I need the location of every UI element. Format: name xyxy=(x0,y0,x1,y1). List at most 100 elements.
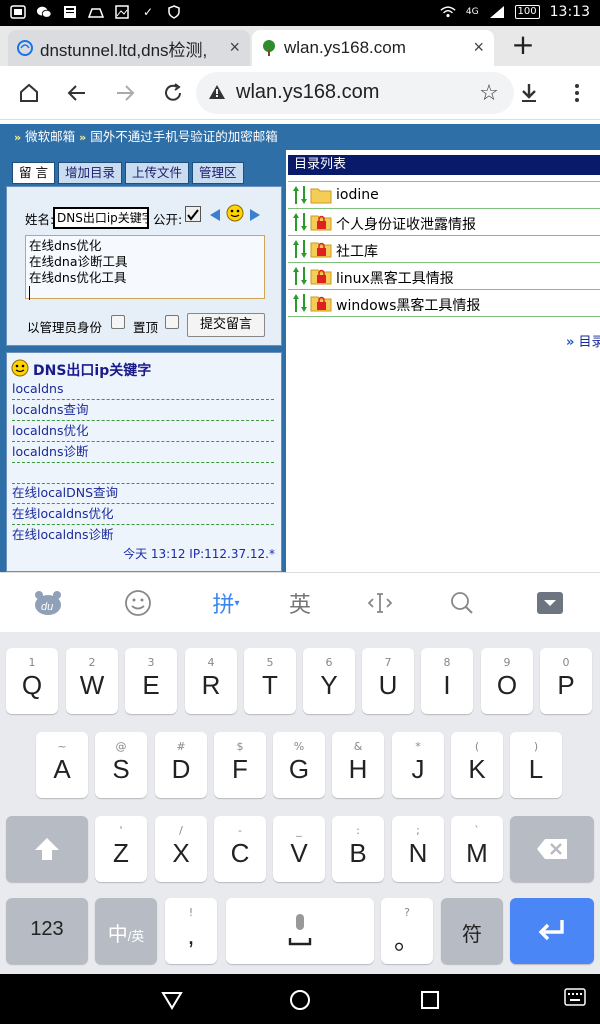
close-tab-icon[interactable]: × xyxy=(229,37,240,58)
tab-upload-file[interactable]: 上传文件 xyxy=(125,162,190,184)
key-s[interactable]: @ S xyxy=(95,732,147,798)
directory-name[interactable]: linux黑客工具情报 xyxy=(336,268,454,288)
key-k[interactable]: (K xyxy=(451,732,503,798)
home-button[interactable] xyxy=(14,78,44,108)
directory-item[interactable]: iodine xyxy=(288,182,600,209)
sort-arrows-icon[interactable] xyxy=(292,239,308,259)
key-label: 。 xyxy=(393,925,420,955)
close-tab-icon[interactable]: × xyxy=(473,37,484,58)
directory-item[interactable]: linux黑客工具情报 xyxy=(288,263,600,290)
menu-button[interactable] xyxy=(562,78,592,108)
period-key[interactable]: ? 。 xyxy=(381,898,433,964)
reload-button[interactable] xyxy=(158,78,188,108)
forward-button[interactable] xyxy=(110,78,140,108)
link-microsoft-mail[interactable]: 微软邮箱 xyxy=(25,129,75,144)
shift-key[interactable] xyxy=(6,816,88,882)
directory-name[interactable]: 个人身份证收泄露情报 xyxy=(336,214,476,234)
key-m[interactable]: ` M xyxy=(451,816,503,882)
locked-folder-icon xyxy=(310,294,332,312)
address-bar[interactable]: wlan.ys168.com xyxy=(196,72,514,114)
key-j[interactable]: * J xyxy=(392,732,444,798)
warning-icon[interactable] xyxy=(208,84,226,104)
key-r[interactable]: 4R xyxy=(185,648,237,714)
directory-name[interactable]: iodine xyxy=(336,187,379,203)
key-y[interactable]: 6Y xyxy=(303,648,355,714)
pin-checkbox[interactable] xyxy=(165,315,179,329)
key-h[interactable]: & H xyxy=(332,732,384,798)
key-c[interactable]: -C xyxy=(214,816,266,882)
key-u[interactable]: 7U xyxy=(362,648,414,714)
smiley-icon[interactable] xyxy=(226,204,244,226)
key-e[interactable]: 3E xyxy=(125,648,177,714)
directory-item[interactable]: 社工库 xyxy=(288,236,600,263)
enter-key[interactable] xyxy=(510,898,594,964)
key-p[interactable]: 0P xyxy=(540,648,592,714)
cursor-move-icon[interactable] xyxy=(362,587,398,619)
back-button[interactable] xyxy=(62,78,92,108)
bookmark-button[interactable]: ☆ xyxy=(474,78,504,108)
recents-square-icon[interactable] xyxy=(418,988,442,1012)
symbols-key[interactable]: 符 xyxy=(441,898,503,964)
forward-arrow-icon xyxy=(117,85,135,101)
tab-add-directory[interactable]: 增加目录 xyxy=(57,162,122,184)
baidu-ime-logo-icon[interactable]: du xyxy=(30,587,66,619)
key-z[interactable]: ' Z xyxy=(95,816,147,882)
next-arrow-icon[interactable] xyxy=(248,207,262,226)
numbers-key[interactable]: 123 xyxy=(6,898,88,964)
key-d[interactable]: # D xyxy=(155,732,207,798)
prev-arrow-icon[interactable] xyxy=(208,207,222,226)
name-field[interactable]: DNS出口ip关键字 xyxy=(53,207,149,229)
sort-arrows-icon[interactable] xyxy=(292,185,308,205)
keyboard-switch-icon[interactable] xyxy=(564,988,588,1012)
search-icon[interactable] xyxy=(444,587,480,619)
admin-checkbox[interactable] xyxy=(111,315,125,329)
tab-dnstunnel[interactable]: dnstunnel.ltd,dns检测, × xyxy=(8,30,250,66)
key-t[interactable]: 5T xyxy=(244,648,296,714)
key-o[interactable]: 9O xyxy=(481,648,533,714)
english-mode[interactable]: 英 xyxy=(282,587,318,619)
public-checkbox[interactable] xyxy=(185,206,201,222)
key-x[interactable]: / X xyxy=(155,816,207,882)
page-content: » 微软邮箱 » 国外不通过手机号验证的加密邮箱 留 言 增加目录 上传文件 管… xyxy=(0,120,600,572)
language-switch-key[interactable]: 中/英 xyxy=(95,898,157,964)
download-button[interactable] xyxy=(514,78,544,108)
directory-item[interactable]: 个人身份证收泄露情报 xyxy=(288,209,600,236)
key-b[interactable]: :B xyxy=(332,816,384,882)
key-label: E xyxy=(142,670,160,700)
key-sub: ~ xyxy=(57,740,67,753)
submit-message-button[interactable]: 提交留言 xyxy=(187,313,265,337)
tab-message[interactable]: 留 言 xyxy=(12,162,55,184)
sort-arrows-icon[interactable] xyxy=(292,212,308,232)
key-v[interactable]: _ V xyxy=(273,816,325,882)
key-n[interactable]: ; N xyxy=(392,816,444,882)
key-sub: 8 xyxy=(443,656,451,669)
download-icon xyxy=(522,84,536,102)
directory-item[interactable]: windows黑客工具情报 xyxy=(288,290,600,317)
key-g[interactable]: % G xyxy=(273,732,325,798)
key-f[interactable]: $ F xyxy=(214,732,266,798)
tab-admin[interactable]: 管理区 xyxy=(192,162,244,184)
key-w[interactable]: 2W xyxy=(66,648,118,714)
message-textarea[interactable]: 在线dns优化 在线dna诊断工具 在线dns优化工具 xyxy=(25,235,265,300)
link-encrypted-mail[interactable]: 国外不通过手机号验证的加密邮箱 xyxy=(90,129,278,144)
key-i[interactable]: 8I xyxy=(421,648,473,714)
directory-more-link[interactable]: » 目录 xyxy=(566,331,600,350)
hide-keyboard-icon[interactable] xyxy=(532,587,568,619)
comma-key[interactable]: ! , xyxy=(165,898,217,964)
home-circle-icon[interactable] xyxy=(288,988,312,1012)
key-a[interactable]: ~ A xyxy=(36,732,88,798)
pinyin-mode[interactable]: 拼 ▾ xyxy=(206,587,246,619)
key-label: P xyxy=(557,670,575,700)
key-l[interactable]: ) L xyxy=(510,732,562,798)
back-triangle-icon[interactable] xyxy=(160,988,184,1012)
backspace-key[interactable] xyxy=(510,816,594,882)
sort-arrows-icon[interactable] xyxy=(292,266,308,286)
key-q[interactable]: 1Q xyxy=(6,648,58,714)
space-key[interactable] xyxy=(226,898,374,964)
new-tab-button[interactable]: + xyxy=(510,30,536,62)
directory-name[interactable]: 社工库 xyxy=(336,241,378,261)
tab-wlan-ys168[interactable]: wlan.ys168.com × xyxy=(252,30,494,66)
directory-name[interactable]: windows黑客工具情报 xyxy=(336,295,480,315)
emoji-icon[interactable] xyxy=(120,587,156,619)
sort-arrows-icon[interactable] xyxy=(292,293,308,313)
